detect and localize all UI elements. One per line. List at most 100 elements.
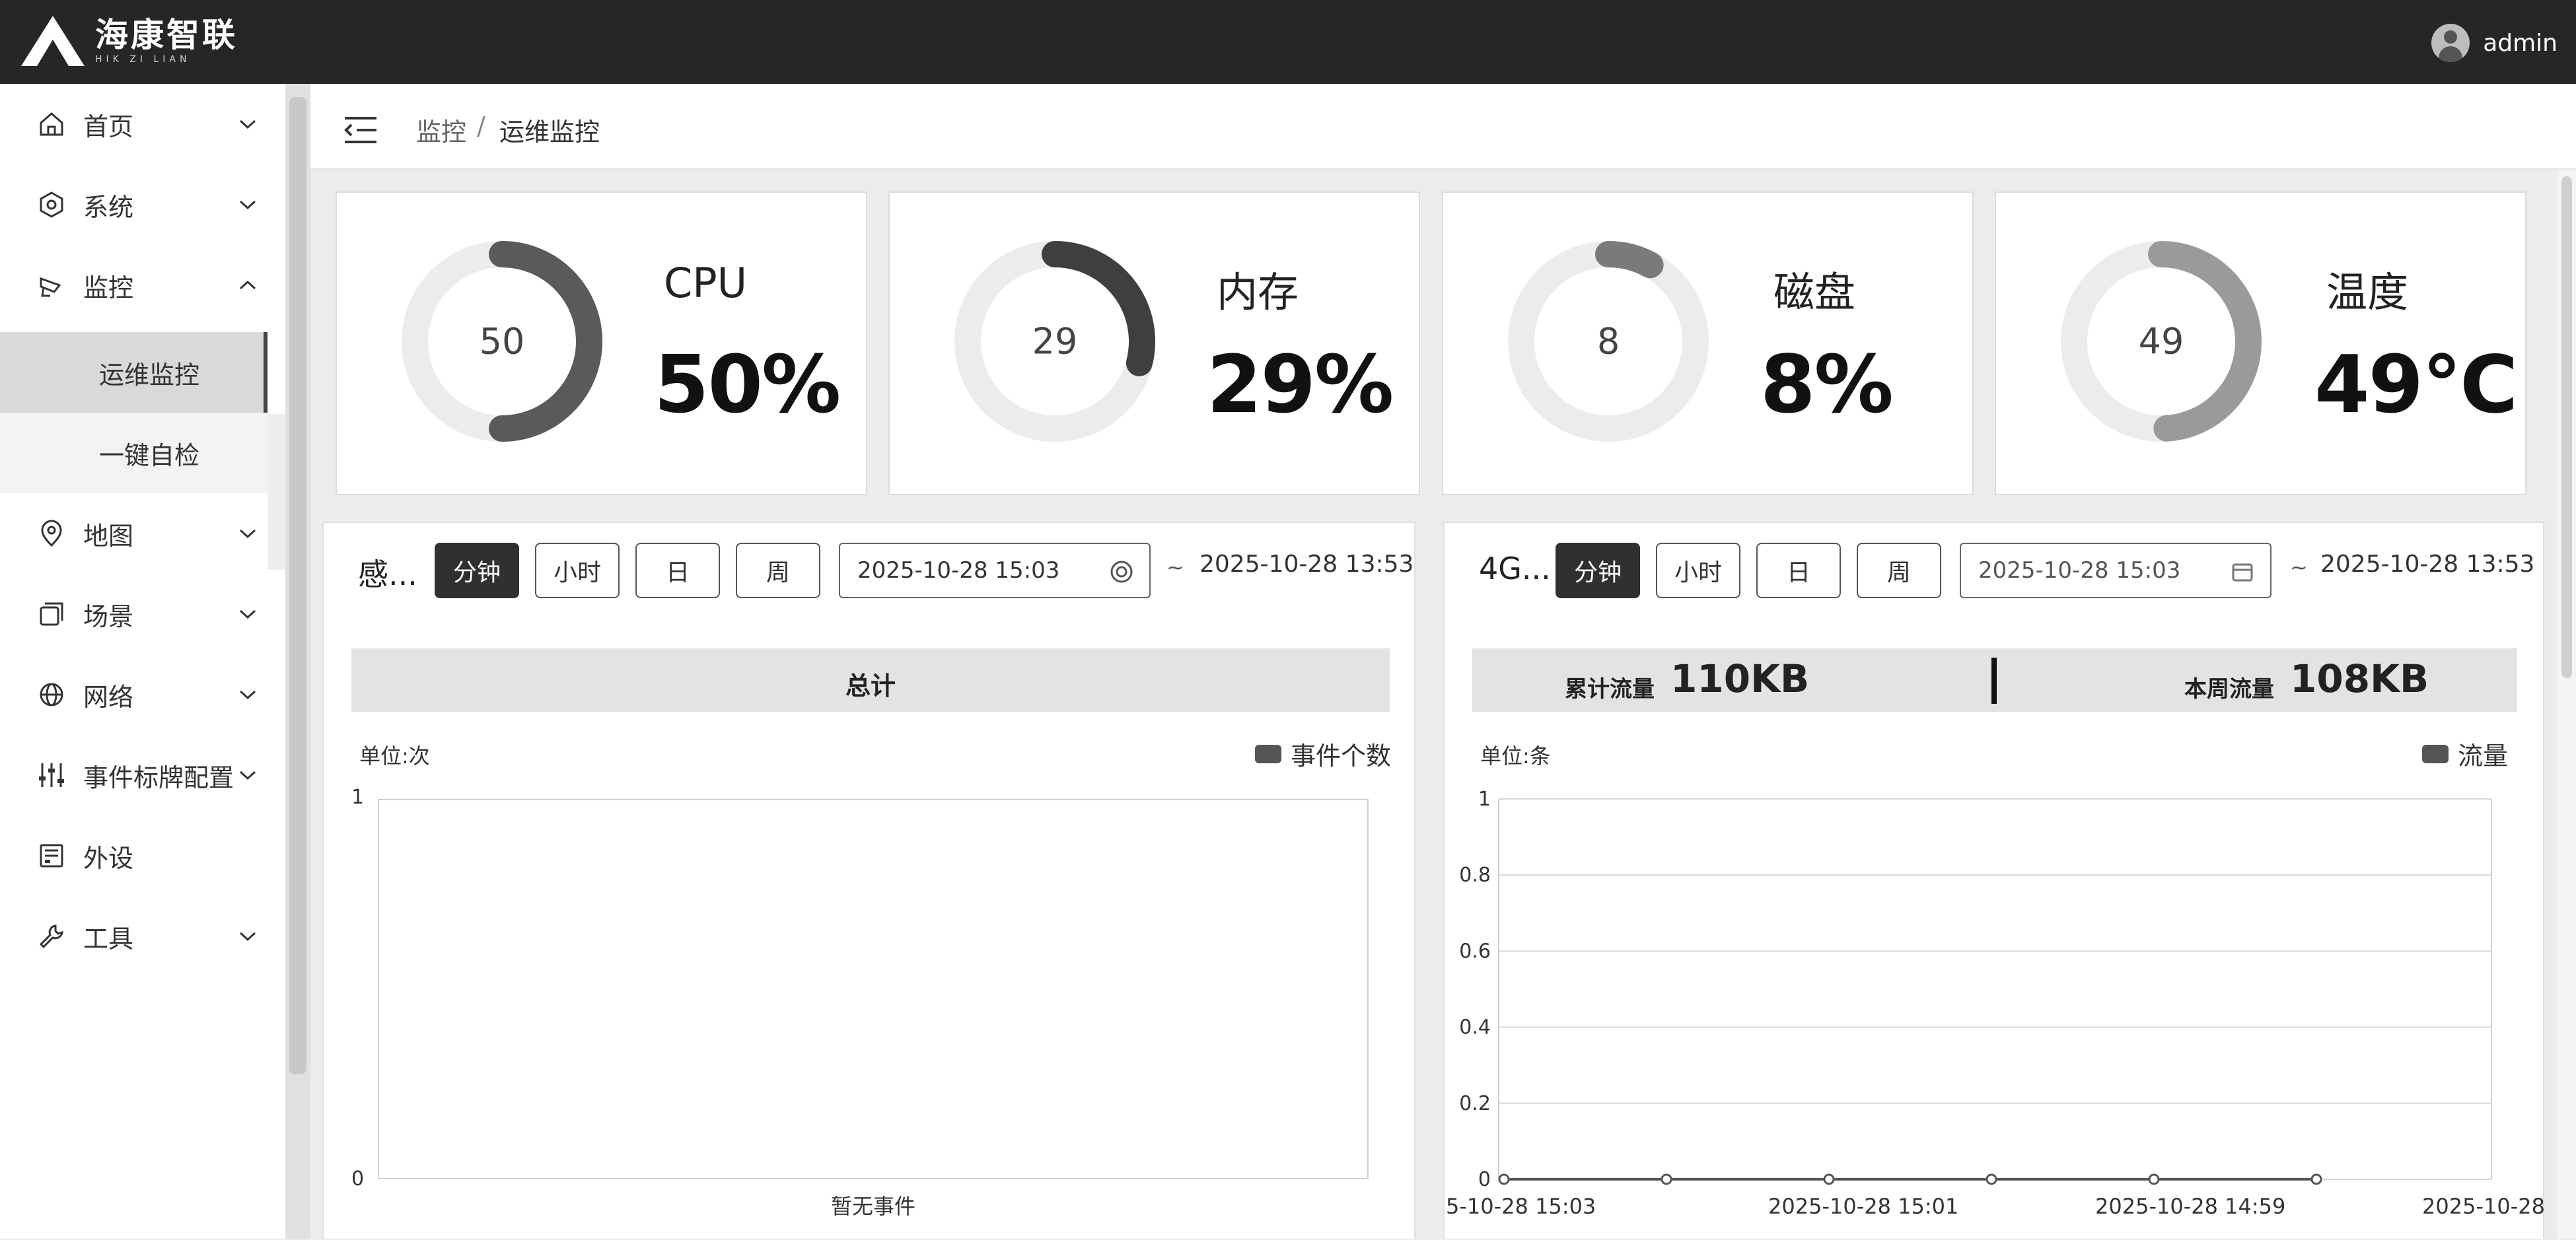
device-icon	[40, 844, 63, 868]
temperature-gauge: 49	[2061, 241, 2262, 442]
y-tick-label: 0.2	[1459, 1092, 1491, 1115]
breadcrumb-parent[interactable]: 监控	[416, 112, 466, 148]
minute-button[interactable]: 分钟	[1556, 543, 1640, 598]
legend[interactable]: 事件个数	[1255, 736, 1391, 772]
x-tick-label: 5-10-28 15:03	[1446, 1194, 1596, 1219]
app-subtitle: HIK ZI LIAN	[95, 54, 191, 65]
app-title: 海康智联	[95, 16, 238, 54]
range-tilde: ~	[1166, 555, 1184, 580]
chevron-down-icon	[239, 200, 256, 210]
total-traffic-value: 110KB	[1670, 656, 1810, 701]
event-plot-area	[378, 799, 1369, 1179]
submenu-scrollbar[interactable]	[268, 414, 285, 570]
data-point	[1986, 1173, 1997, 1185]
hour-button[interactable]: 小时	[1656, 543, 1740, 598]
submenu-item-label: 运维监控	[99, 360, 200, 390]
summary-bar: 累计流量 110KB 本周流量 108KB	[1472, 648, 2517, 712]
logo[interactable]: 海康智联 HIK ZI LIAN	[18, 15, 238, 67]
sidebar-item-label: 地图	[83, 521, 134, 551]
week-button[interactable]: 周	[736, 543, 820, 598]
gauge-value: 29	[1032, 321, 1078, 362]
sidebar-item-label: 监控	[83, 273, 134, 302]
minute-button[interactable]: 分钟	[435, 543, 519, 598]
scene-icon	[40, 602, 63, 626]
submenu-item-ops-monitor[interactable]: 运维监控	[0, 332, 268, 413]
sidebar-item-label: 事件标牌配置	[83, 763, 234, 792]
sidebar-item-label: 系统	[83, 192, 134, 222]
week-button[interactable]: 周	[1857, 543, 1941, 598]
traffic-chart: 1 0.8 0.6 0.4 0.2 0 5-10-28 15:03 2025-10-28 15…	[1446, 788, 2545, 1219]
end-date: 2025-10-28 13:53	[2320, 551, 2535, 578]
sidebar-item-scene[interactable]: 场景	[0, 574, 285, 654]
map-icon	[41, 520, 62, 547]
total-traffic-label: 累计流量	[1565, 676, 1655, 703]
card-title: 磁盘	[1773, 268, 1856, 316]
calendar-icon[interactable]	[2231, 560, 2254, 584]
gauge-value: 8	[1597, 321, 1620, 362]
start-date-input[interactable]: 2025-10-28 15:03	[1960, 543, 2272, 598]
day-button[interactable]: 日	[1756, 543, 1841, 598]
chevron-down-icon	[239, 529, 256, 539]
chevron-down-icon	[239, 771, 256, 780]
sidebar-item-monitor[interactable]: 监控	[0, 245, 285, 326]
card-title: CPU	[664, 259, 748, 307]
day-button[interactable]: 日	[635, 543, 720, 598]
legend-label: 事件个数	[1291, 741, 1392, 771]
hour-button[interactable]: 小时	[535, 543, 620, 598]
legend-swatch	[1255, 744, 1281, 763]
stat-card-disk: 8 磁盘 8%	[1442, 191, 1974, 495]
menu-fold-icon[interactable]	[343, 116, 378, 145]
submenu-item-self-check[interactable]: 一键自检	[0, 413, 268, 493]
clear-icon[interactable]	[1110, 560, 1133, 584]
disk-gauge: 8	[1508, 241, 1709, 442]
gear-icon	[40, 191, 63, 218]
x-tick-label: 2025-10-28	[2422, 1194, 2545, 1219]
sidebar-item-peripheral[interactable]: 外设	[0, 815, 285, 896]
camera-icon	[40, 277, 61, 297]
data-point	[1661, 1173, 1672, 1185]
data-point	[1498, 1173, 1510, 1185]
start-date-input[interactable]: 2025-10-28 15:03	[839, 543, 1151, 598]
event-panel: 感... 分钟 小时 日 周 2025-10-28 15:03 ~ 2025-1…	[322, 522, 1415, 1239]
end-date: 2025-10-28 13:53	[1199, 551, 1414, 578]
summary-bar: 总计	[351, 648, 1390, 712]
sidebar-item-event-sign[interactable]: 事件标牌配置	[0, 735, 285, 815]
card-value: 8%	[1760, 339, 1894, 431]
breadcrumb-separator: /	[477, 112, 485, 141]
data-point	[1823, 1173, 1835, 1185]
start-date-value: 2025-10-28 15:03	[1978, 557, 2181, 584]
submenu-item-label: 一键自检	[99, 440, 200, 470]
stat-card-memory: 29 内存 29%	[888, 191, 1420, 495]
card-value: 49℃	[2314, 339, 2518, 431]
gauge-arc	[1595, 241, 1664, 279]
summary-total: 总计	[845, 672, 896, 701]
panel-title: 感...	[358, 557, 417, 592]
cpu-gauge: 50	[402, 241, 602, 442]
scrollbar-thumb[interactable]	[289, 97, 306, 1074]
legend-swatch	[2422, 744, 2449, 763]
sidebar-item-label: 场景	[83, 602, 134, 631]
sidebar-item-network[interactable]: 网络	[0, 654, 285, 735]
main-scrollbar[interactable]	[2558, 170, 2576, 1239]
summary-divider	[1991, 658, 1997, 704]
sidebar-item-system[interactable]: 系统	[0, 164, 285, 245]
breadcrumb: 监控 / 运维监控	[310, 84, 2576, 170]
sidebar-item-home[interactable]: 首页	[0, 84, 285, 164]
avatar	[2431, 24, 2470, 62]
scrollbar-thumb[interactable]	[2561, 176, 2572, 678]
sidebar-item-tools[interactable]: 工具	[0, 896, 285, 977]
legend[interactable]: 流量	[2422, 736, 2508, 772]
sidebar-item-label: 首页	[83, 112, 134, 141]
sidebar-item-map[interactable]: 地图	[0, 493, 285, 574]
chevron-down-icon	[239, 932, 256, 942]
wrench-icon	[39, 924, 63, 949]
top-bar: 海康智联 HIK ZI LIAN admin	[0, 0, 2576, 84]
y-tick-label: 0.6	[1459, 940, 1491, 963]
username: admin	[2483, 29, 2558, 57]
card-title: 内存	[1217, 268, 1299, 316]
user-menu[interactable]: admin	[2431, 24, 2558, 62]
week-traffic-value: 108KB	[2290, 656, 2429, 701]
x-tick-label: 2025-10-28 14:59	[2095, 1194, 2285, 1219]
x-tick-label: 2025-10-28 15:01	[1768, 1194, 1958, 1219]
sidebar-scrollbar[interactable]	[285, 84, 310, 1239]
